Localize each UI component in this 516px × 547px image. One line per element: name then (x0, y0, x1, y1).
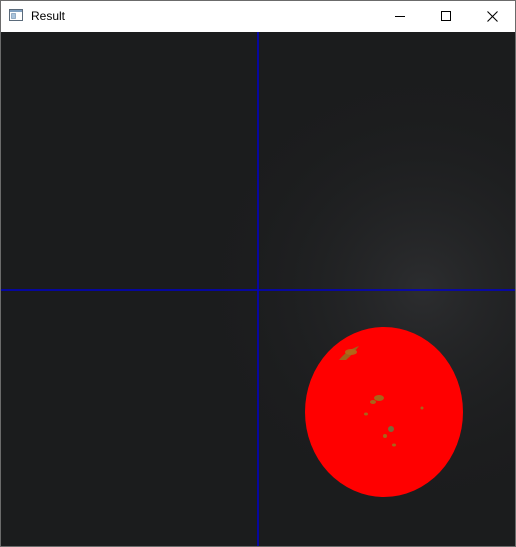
result-image-canvas (1, 32, 515, 546)
app-window-icon (9, 9, 23, 21)
minimize-button[interactable] (377, 1, 423, 31)
close-button[interactable] (469, 1, 515, 31)
window-title: Result (31, 9, 66, 23)
close-icon (486, 10, 498, 22)
minimize-icon (395, 16, 405, 17)
maximize-button[interactable] (423, 1, 469, 31)
maximize-icon (441, 11, 451, 21)
title-bar[interactable]: Result (1, 1, 515, 31)
detected-red-object (305, 327, 463, 497)
result-image (1, 32, 515, 546)
result-window: Result (0, 0, 516, 547)
